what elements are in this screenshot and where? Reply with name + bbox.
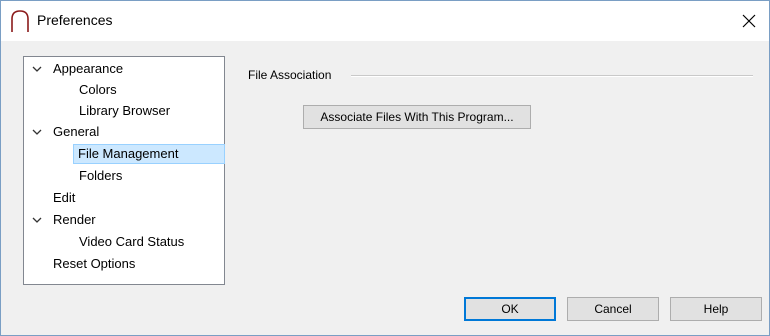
tree-item-folders[interactable]: Folders — [24, 166, 224, 186]
close-button[interactable] — [729, 1, 769, 41]
tree-item-label: File Management — [73, 144, 225, 164]
title-bar: Preferences — [1, 1, 769, 41]
tree-item-label: Render — [53, 212, 96, 227]
window-title: Preferences — [37, 12, 113, 28]
tree-item-file-management[interactable]: File Management — [24, 144, 225, 164]
tree-item-label: General — [53, 124, 100, 139]
tree-item-render[interactable]: Render — [24, 210, 224, 230]
associate-files-button[interactable]: Associate Files With This Program... — [303, 105, 531, 129]
preferences-tree[interactable]: Appearance Colors Library Browser Genera… — [23, 56, 225, 285]
tree-item-colors[interactable]: Colors — [24, 80, 224, 100]
tree-item-edit[interactable]: Edit — [24, 188, 224, 208]
file-association-group-label: File Association — [248, 68, 332, 82]
tree-item-label: Reset Options — [53, 256, 136, 271]
tree-item-label: Edit — [53, 190, 76, 205]
tree-item-label: Appearance — [53, 61, 124, 76]
arch-icon — [11, 10, 29, 32]
tree-item-reset-options[interactable]: Reset Options — [24, 254, 224, 274]
close-icon — [742, 14, 756, 28]
chevron-down-icon[interactable] — [32, 59, 42, 79]
help-button[interactable]: Help — [670, 297, 762, 321]
chevron-down-icon[interactable] — [32, 122, 42, 142]
tree-item-label: Folders — [79, 168, 123, 183]
ok-button[interactable]: OK — [464, 297, 556, 321]
group-divider — [351, 75, 753, 77]
tree-item-label: Colors — [79, 82, 117, 97]
tree-item-label: Library Browser — [79, 103, 171, 118]
tree-item-library-browser[interactable]: Library Browser — [24, 101, 224, 121]
cancel-button[interactable]: Cancel — [567, 297, 659, 321]
tree-item-video-card-status[interactable]: Video Card Status — [24, 232, 224, 252]
tree-item-general[interactable]: General — [24, 122, 224, 142]
tree-item-label: Video Card Status — [79, 234, 185, 249]
preferences-dialog: Preferences Appearance Colors Library Br… — [0, 0, 770, 336]
chevron-down-icon[interactable] — [32, 210, 42, 230]
tree-item-appearance[interactable]: Appearance — [24, 59, 224, 79]
